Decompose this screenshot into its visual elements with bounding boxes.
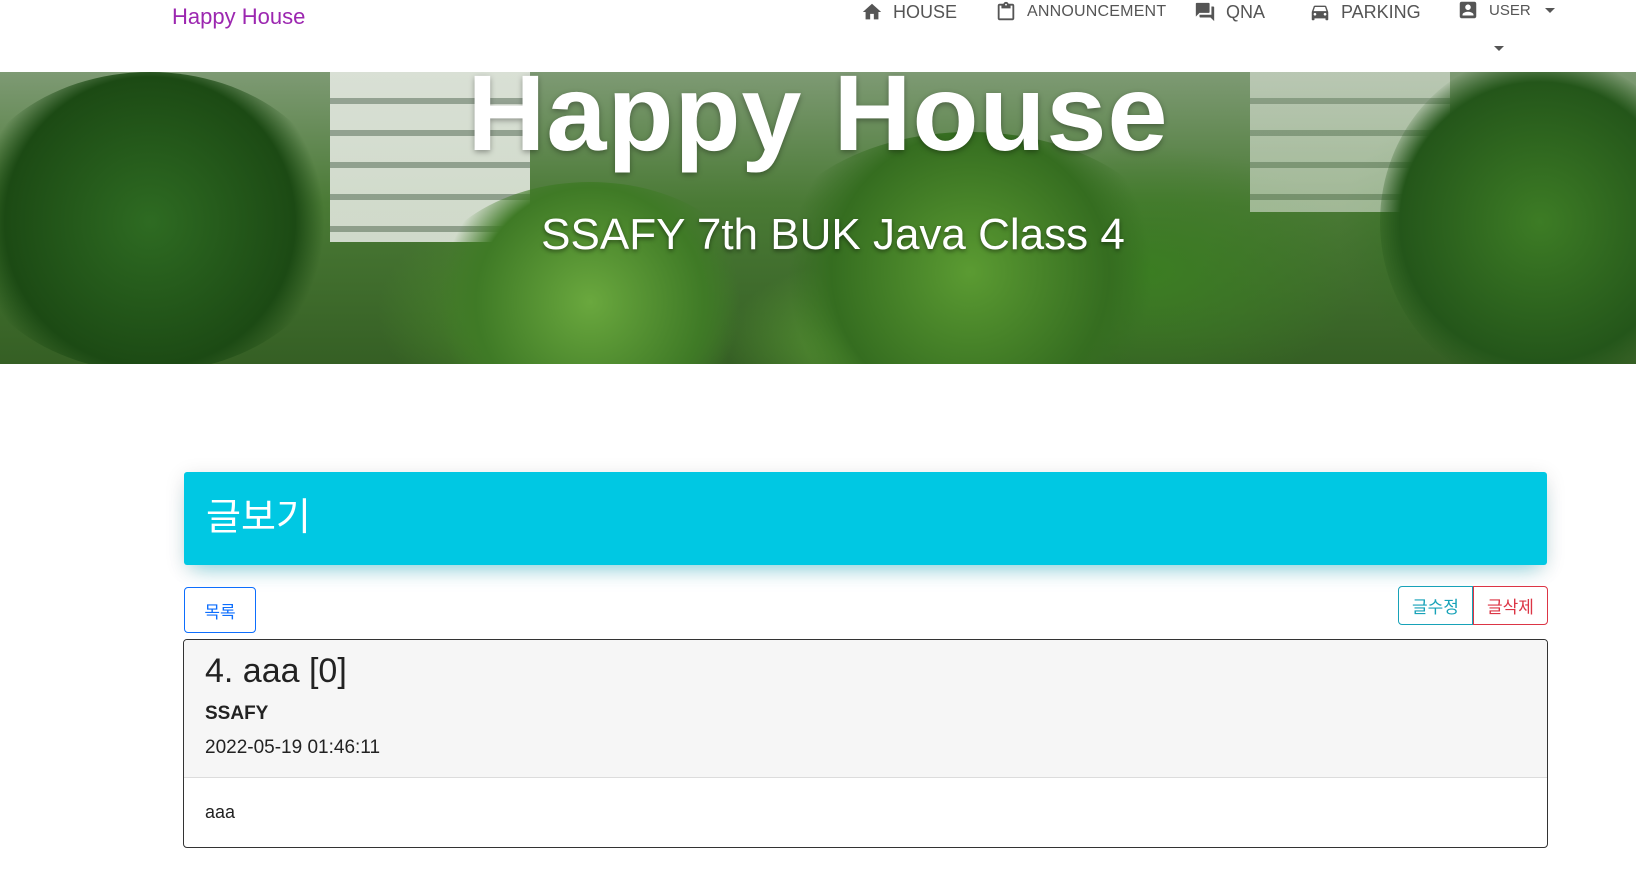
chat-icon: [1195, 2, 1215, 22]
post-card: 4. aaa [0] SSAFY 2022-05-19 01:46:11 aaa: [183, 639, 1548, 848]
chevron-down-icon: [1544, 7, 1555, 13]
top-navbar: Happy House HOUSE ANNOUNCEMENT QNA PARKI…: [0, 0, 1636, 72]
brand-link[interactable]: Happy House: [172, 4, 305, 30]
post-content: aaa: [205, 802, 236, 822]
nav-item-user-dropdown[interactable]: USER: [1457, 0, 1555, 22]
account-box-icon: [1459, 1, 1477, 19]
nav-item-parking[interactable]: PARKING: [1309, 0, 1421, 24]
nav-item-label: QNA: [1226, 1, 1266, 22]
nav-item-label: PARKING: [1341, 1, 1421, 22]
post-date: 2022-05-19 01:46:11: [205, 737, 381, 758]
clipboard-icon: [997, 1, 1015, 21]
nav-item-announcement[interactable]: ANNOUNCEMENT: [995, 0, 1166, 24]
nav-item-label: HOUSE: [893, 1, 958, 22]
list-button[interactable]: 목록: [184, 587, 256, 633]
hero-title: Happy House: [467, 72, 1169, 173]
car-icon: [1311, 5, 1329, 21]
home-icon: [862, 3, 882, 20]
nav-item-label: USER: [1489, 1, 1531, 19]
nav-item-qna[interactable]: QNA: [1194, 0, 1265, 24]
dropdown-toggle-icon[interactable]: [1494, 46, 1504, 51]
edit-post-button[interactable]: 글수정: [1398, 586, 1473, 625]
hero-banner: Happy House SSAFY 7th BUK Java Class 4: [0, 72, 1636, 364]
nav-item-label: ANNOUNCEMENT: [1027, 3, 1167, 20]
post-title: 4. aaa [0]: [205, 652, 347, 690]
nav-item-house[interactable]: HOUSE: [861, 0, 957, 24]
hero-subtitle: SSAFY 7th BUK Java Class 4: [541, 210, 1125, 259]
post-header: 4. aaa [0] SSAFY 2022-05-19 01:46:11: [184, 640, 1547, 778]
post-author: SSAFY: [205, 703, 269, 724]
page-title: 글보기: [184, 472, 1547, 565]
delete-post-button[interactable]: 글삭제: [1473, 586, 1548, 625]
